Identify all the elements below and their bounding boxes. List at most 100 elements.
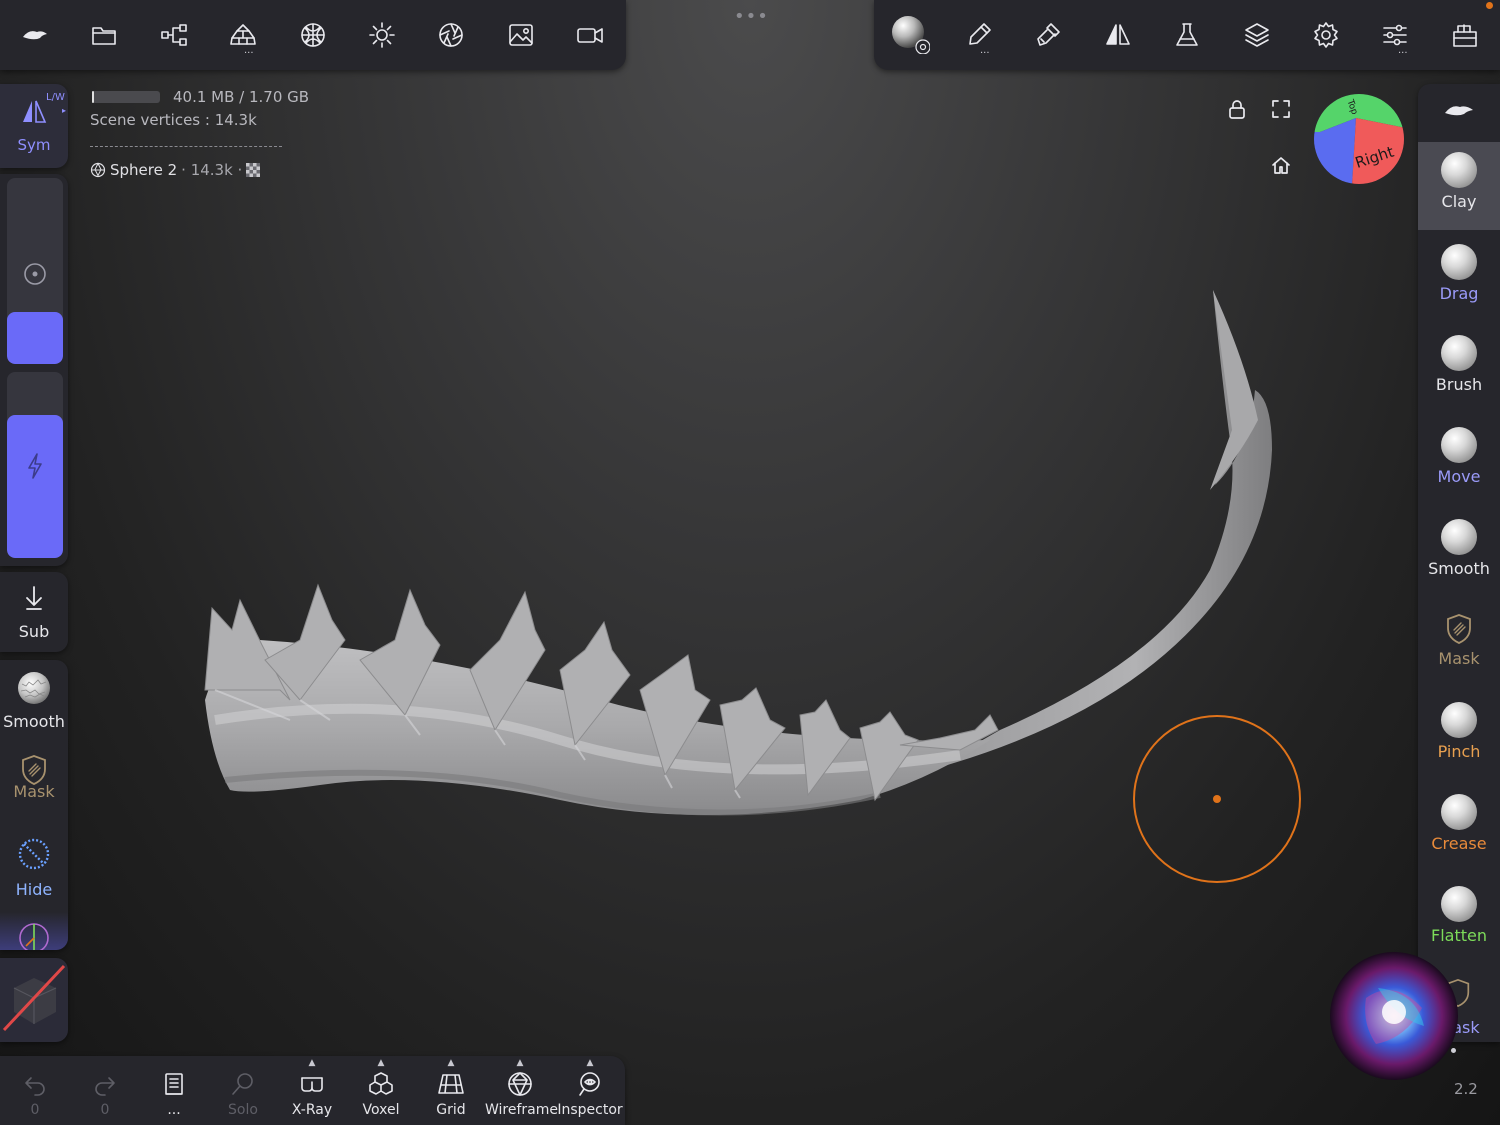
memory-usage-text: 40.1 MB / 1.70 GB xyxy=(173,88,310,106)
brush-ball-icon xyxy=(1441,335,1477,372)
memory-usage-fill xyxy=(92,91,95,103)
page-indicator-dot xyxy=(1451,1048,1456,1053)
scene-tree-icon[interactable] xyxy=(157,18,191,52)
xray-icon xyxy=(301,1077,323,1092)
lighting-icon[interactable] xyxy=(365,18,399,52)
topology-icon[interactable] xyxy=(296,18,330,52)
tools-icon[interactable] xyxy=(226,18,260,52)
tools-more-indicator: ··· xyxy=(244,48,254,59)
material-icon[interactable] xyxy=(434,18,468,52)
top-right-toolbar: ··· ··· xyxy=(874,0,1500,70)
material-sphere-icon[interactable] xyxy=(890,14,930,54)
sliders-icon[interactable] xyxy=(1378,18,1412,52)
sliders-more-indicator: ··· xyxy=(1398,48,1408,59)
camera-icon[interactable] xyxy=(573,18,607,52)
gizmo-tool-icon xyxy=(19,923,49,950)
subdivide-icon xyxy=(26,586,42,610)
history-button[interactable]: ... xyxy=(139,1062,209,1118)
sculpt-tool-label: Mask xyxy=(1438,648,1480,668)
mask-shield-icon xyxy=(1447,613,1471,644)
subdivide-button[interactable]: Sub xyxy=(0,572,68,652)
solo-icon xyxy=(232,1073,253,1095)
sculpt-model[interactable] xyxy=(190,280,1290,840)
quick-hide-tool[interactable]: Hide xyxy=(0,828,68,908)
fullscreen-icon[interactable] xyxy=(1270,98,1296,124)
window-handle[interactable]: ••• xyxy=(734,6,769,27)
stroke-icon[interactable] xyxy=(1031,18,1065,52)
painting-more-indicator: ··· xyxy=(980,48,990,59)
xray-caret-icon: ▲ xyxy=(308,1058,316,1068)
symmetry-label: Sym xyxy=(17,136,51,154)
siri-orb[interactable] xyxy=(1326,948,1462,1084)
wireframe-label: Wireframe xyxy=(485,1102,559,1118)
quick-extra-tool[interactable] xyxy=(0,912,68,950)
info-divider xyxy=(90,146,282,147)
drag-ball-icon xyxy=(1441,243,1477,280)
lw-caret-icon: ▸ xyxy=(62,106,67,115)
flask-icon[interactable] xyxy=(1170,18,1204,52)
quick-tools: Smooth Mask Hide xyxy=(0,660,68,950)
quick-smooth-tool[interactable]: Smooth xyxy=(0,660,68,740)
symmetry-icon[interactable] xyxy=(1101,18,1135,52)
sculpt-tool-move[interactable]: Move xyxy=(1418,417,1500,505)
lock-camera-icon[interactable] xyxy=(1226,98,1252,124)
gallery-icon[interactable] xyxy=(1448,18,1482,52)
sculpt-tool-label: Flatten xyxy=(1431,925,1487,945)
sculpt-tool-label: Crease xyxy=(1431,833,1487,853)
quick-mask-tool[interactable]: Mask xyxy=(0,744,68,824)
top-left-toolbar: ··· xyxy=(0,0,626,70)
layers-icon[interactable] xyxy=(1240,18,1274,52)
memory-usage-bar xyxy=(92,91,160,103)
sculpt-tool-crease[interactable]: Crease xyxy=(1418,784,1500,872)
dynamic-topology-cube-icon xyxy=(2,964,66,1032)
sculpt-tool-mask[interactable]: Mask xyxy=(1418,601,1500,689)
files-icon[interactable] xyxy=(87,18,121,52)
wireframe-caret-icon: ▲ xyxy=(516,1058,524,1068)
painting-icon[interactable] xyxy=(962,18,996,52)
grid-label: Grid xyxy=(436,1102,466,1118)
xray-button[interactable]: ▲ X-Ray xyxy=(277,1058,347,1118)
sculpt-tool-label: Clay xyxy=(1441,192,1477,211)
quick-hide-label: Hide xyxy=(15,880,53,899)
symmetry-toggle-icon xyxy=(23,100,47,123)
grid-button[interactable]: ▲ Grid xyxy=(416,1058,486,1118)
checker-texture-icon xyxy=(246,163,261,177)
sculpt-tool-drag[interactable]: Drag xyxy=(1418,234,1500,322)
sculpt-tool-clay[interactable]: Clay xyxy=(1418,142,1500,230)
home-view-icon[interactable] xyxy=(1270,154,1296,180)
dynamic-topology-toggle[interactable] xyxy=(0,958,68,1042)
intensity-icon xyxy=(28,453,42,479)
background-image-icon[interactable] xyxy=(504,18,538,52)
undo-button[interactable]: 0 xyxy=(0,1062,70,1118)
sculpt-tool-smooth[interactable]: Smooth xyxy=(1418,509,1500,597)
sculpt-tool-pinch[interactable]: Pinch xyxy=(1418,692,1500,780)
voxel-button[interactable]: ▲ Voxel xyxy=(346,1058,416,1118)
sculpt-tool-label: Drag xyxy=(1439,283,1479,303)
symmetry-toggle[interactable]: L/W ▸ Sym xyxy=(0,84,68,168)
wireframe-button[interactable]: ▲ Wireframe xyxy=(485,1058,559,1118)
sculpt-tool-label: Move xyxy=(1437,467,1481,487)
redo-count: 0 xyxy=(100,1102,110,1118)
radius-slider[interactable] xyxy=(7,178,63,364)
radius-slider-fill xyxy=(7,311,63,364)
app-logo-icon[interactable] xyxy=(18,18,52,52)
intensity-slider[interactable] xyxy=(7,372,63,558)
solo-button[interactable]: Solo xyxy=(208,1062,278,1118)
scene-vertices-text: Scene vertices : 14.3k xyxy=(90,111,257,129)
settings-icon[interactable] xyxy=(1309,18,1343,52)
sculpt-tool-brush[interactable]: Brush xyxy=(1418,325,1500,413)
voxel-label: Voxel xyxy=(362,1102,400,1118)
solo-label: Solo xyxy=(228,1102,258,1118)
bottom-toolbar: 0 0 ... Solo ▲ X-Ray ▲ Voxel ▲ Grid ▲ Wi… xyxy=(0,1056,625,1125)
grid-caret-icon: ▲ xyxy=(447,1058,455,1068)
notification-dot xyxy=(1486,2,1493,9)
redo-button[interactable]: 0 xyxy=(70,1062,140,1118)
orientation-cube[interactable]: Right Top xyxy=(1312,92,1406,186)
inspector-button[interactable]: ▲ Inspector xyxy=(555,1058,625,1118)
selected-object-row[interactable]: Sphere 2 · 14.3k · xyxy=(90,161,261,179)
voxel-icon xyxy=(369,1072,393,1095)
flatten-ball-icon xyxy=(1441,885,1477,922)
voxel-caret-icon: ▲ xyxy=(377,1058,385,1068)
sculpt-tool-label: Brush xyxy=(1435,375,1483,395)
clay-ball-icon xyxy=(1441,152,1477,188)
